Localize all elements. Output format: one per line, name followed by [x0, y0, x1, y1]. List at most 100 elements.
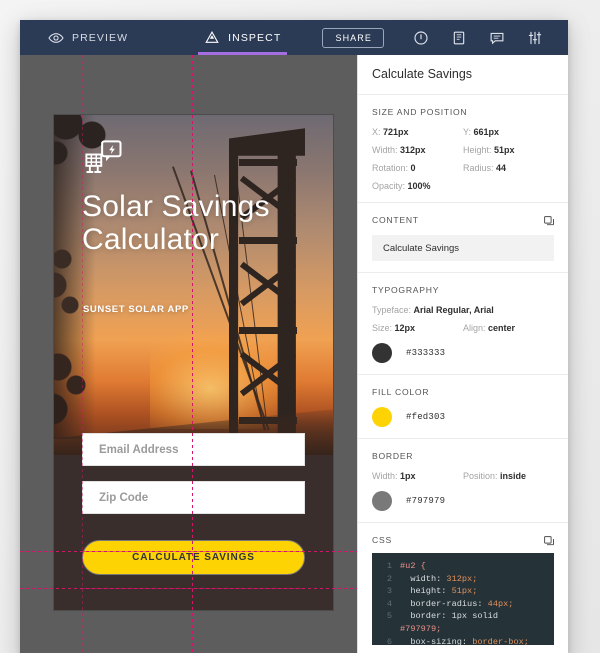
prop-width-key: Width: [372, 145, 398, 155]
css-line-text: width: 312px; [400, 573, 478, 584]
app-window: PREVIEW INSPECT SHARE Solar Savings Calc… [20, 20, 568, 653]
content-value[interactable]: Calculate Savings [372, 235, 554, 261]
prop-x-key: X: [372, 127, 381, 137]
css-line-text: border: 1px solid [400, 611, 498, 622]
prop-font-size-value: 12px [394, 323, 416, 333]
tab-inspect-label: INSPECT [228, 31, 282, 44]
prop-font-size-key: Size: [372, 323, 393, 333]
prop-x: X: 721px [372, 127, 463, 137]
info-icon[interactable] [413, 30, 429, 46]
comment-icon[interactable] [489, 30, 505, 46]
prop-width: Width: 312px [372, 145, 463, 155]
css-code-line: 5 border: 1px solid [372, 610, 554, 623]
settings-sliders-icon[interactable] [527, 30, 543, 46]
email-field[interactable]: Email Address [82, 433, 305, 466]
prop-rotation: Rotation: 0 [372, 163, 463, 173]
fill-color-hex: #fed303 [406, 412, 446, 422]
fill-color-swatch[interactable] [372, 407, 392, 427]
border-color-hex: #797979 [406, 496, 446, 506]
prop-radius-value: 44 [496, 163, 507, 173]
prop-border-position: Position: inside [463, 471, 554, 481]
tab-inspect[interactable]: INSPECT [198, 20, 288, 55]
inspector-panel[interactable]: Calculate Savings SIZE AND POSITION X: 7… [357, 55, 568, 653]
selected-object-title: Calculate Savings [372, 67, 473, 81]
calculate-savings-label: CALCULATE SAVINGS [132, 552, 255, 563]
css-line-text: border-radius: 44px; [400, 598, 514, 609]
border-color-row: #797979 [372, 491, 554, 511]
prop-typeface-value: Arial Regular, Arial [413, 305, 494, 315]
share-button[interactable]: SHARE [322, 27, 384, 48]
prop-border-width-value: 1px [400, 471, 416, 481]
prop-y-key: Y: [463, 127, 472, 137]
solar-panel-bolt-icon [82, 137, 124, 179]
tab-preview-label: PREVIEW [72, 31, 129, 44]
artboard: Solar Savings Calculator SUNSET SOLAR AP… [54, 115, 333, 610]
prop-height-value: 51px [494, 145, 515, 155]
prop-typeface: Typeface: Arial Regular, Arial [372, 305, 554, 315]
email-field-placeholder: Email Address [99, 443, 179, 456]
css-line-number: 3 [386, 586, 392, 597]
css-line-number: 1 [386, 561, 392, 571]
css-line-number: 5 [386, 611, 392, 622]
typography-color-hex: #333333 [406, 348, 446, 358]
fill-color-label: FILL COLOR [372, 387, 430, 397]
hero-image: Solar Savings Calculator SUNSET SOLAR AP… [54, 115, 333, 455]
zip-field[interactable]: Zip Code [82, 481, 305, 514]
content-section: CONTENT Calculate Savings [358, 203, 568, 273]
prop-y-value: 661px [473, 127, 500, 137]
prop-border-position-key: Position: [463, 471, 498, 481]
design-canvas[interactable]: Solar Savings Calculator SUNSET SOLAR AP… [20, 55, 357, 653]
prop-y: Y: 661px [463, 127, 554, 137]
copy-icon[interactable] [543, 534, 555, 546]
css-code-line: 2 width: 312px; [372, 573, 554, 586]
typography-color-swatch[interactable] [372, 343, 392, 363]
prop-font-size: Size: 12px [372, 323, 463, 333]
border-color-swatch[interactable] [372, 491, 392, 511]
prop-width-value: 312px [400, 145, 426, 155]
css-line-number: 4 [386, 598, 392, 609]
prop-border-width-key: Width: [372, 471, 398, 481]
prop-border-position-value: inside [500, 471, 527, 481]
prop-align: Align: center [463, 323, 554, 333]
css-code-line: 3 height: 51px; [372, 585, 554, 598]
css-code-line: 1 #u2 { [372, 560, 554, 573]
prop-align-value: center [488, 323, 516, 333]
prop-radius-key: Radius: [463, 163, 494, 173]
prop-x-value: 721px [383, 127, 409, 137]
copy-icon[interactable] [543, 214, 555, 226]
border-section: BORDER Width: 1px Position: inside #7979… [358, 439, 568, 523]
css-line-text: height: 51px; [400, 586, 478, 597]
typography-section: TYPOGRAPHY Typeface: Arial Regular, Aria… [358, 273, 568, 375]
border-grid: Width: 1px Position: inside [372, 471, 554, 481]
fill-color-row: #fed303 [372, 407, 554, 427]
content-label: CONTENT [372, 215, 419, 225]
toolbar-actions: SHARE [322, 27, 568, 48]
prop-opacity: Opacity: 100% [372, 181, 463, 191]
typography-color-row: #333333 [372, 343, 554, 363]
prop-opacity-value: 100% [407, 181, 431, 191]
prop-rotation-key: Rotation: [372, 163, 409, 173]
prop-align-key: Align: [463, 323, 486, 333]
typography-label: TYPOGRAPHY [372, 285, 440, 295]
css-line-number: 2 [386, 573, 392, 584]
css-line-number: 6 [386, 636, 392, 645]
prop-rotation-value: 0 [410, 163, 416, 173]
css-section: CSS 1 #u2 {2 width: 312px; 3 height: 51px;… [358, 523, 568, 645]
page-root: PREVIEW INSPECT SHARE Solar Savings Calc… [0, 0, 600, 653]
prop-opacity-key: Opacity: [372, 181, 406, 191]
top-toolbar: PREVIEW INSPECT SHARE [20, 20, 568, 55]
compass-icon [204, 30, 220, 46]
prop-typeface-key: Typeface: [372, 305, 412, 315]
css-label: CSS [372, 535, 392, 545]
fill-color-section: FILL COLOR #fed303 [358, 375, 568, 439]
tab-preview[interactable]: PREVIEW [42, 20, 134, 55]
size-and-position-grid: X: 721px Y: 661px Width: 312px Height: 5… [372, 127, 554, 191]
calculate-savings-button[interactable]: CALCULATE SAVINGS [82, 540, 305, 575]
css-code-block[interactable]: 1 #u2 {2 width: 312px; 3 height: 51px; 4 bo… [372, 553, 554, 645]
hero-title: Solar Savings Calculator [82, 190, 270, 256]
size-and-position-section: SIZE AND POSITION X: 721px Y: 661px Widt… [358, 95, 568, 203]
prop-height: Height: 51px [463, 145, 554, 155]
notes-icon[interactable] [451, 30, 467, 46]
css-code-line: 6 box-sizing: border-box; [372, 636, 554, 645]
size-and-position-label: SIZE AND POSITION [372, 107, 468, 117]
